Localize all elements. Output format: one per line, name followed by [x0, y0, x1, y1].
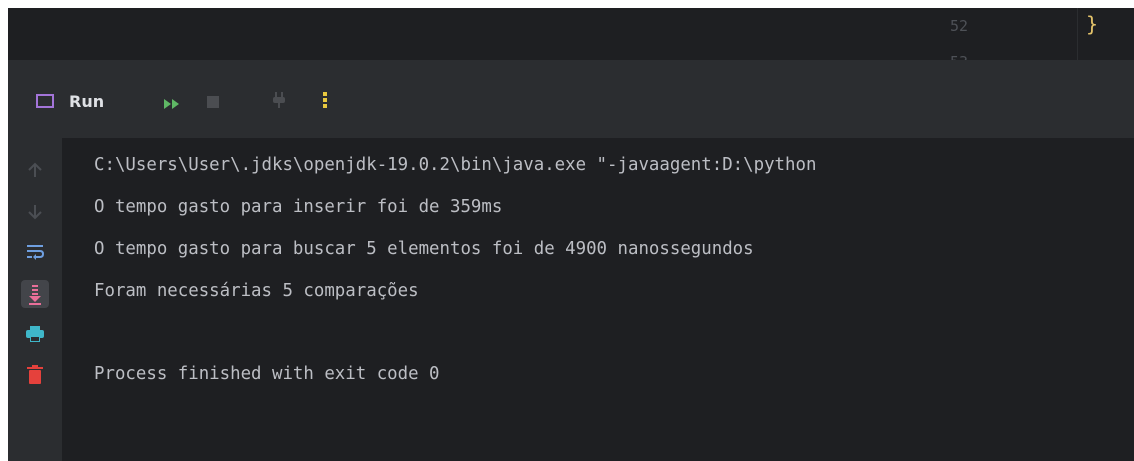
stop-icon[interactable]: [206, 94, 220, 113]
console-line: Foram necessárias 5 comparações: [94, 281, 419, 301]
line-number-gutter: [913, 8, 981, 60]
soft-wrap-icon[interactable]: [25, 241, 45, 261]
scroll-up-icon[interactable]: [25, 160, 45, 180]
scroll-down-icon[interactable]: [25, 202, 45, 222]
line-number: 52: [950, 17, 969, 35]
print-icon[interactable]: [25, 324, 45, 344]
console-line: O tempo gasto para buscar 5 elementos fo…: [94, 239, 754, 259]
run-tab-title[interactable]: Run: [69, 92, 104, 111]
editor-area: 52 53 }: [8, 8, 1134, 71]
more-options-icon[interactable]: [322, 92, 328, 112]
run-panel-icon[interactable]: [36, 93, 54, 112]
attach-debugger-icon[interactable]: [272, 91, 286, 113]
rerun-icon[interactable]: [163, 95, 181, 114]
console-output[interactable]: C:\Users\User\.jdks\openjdk-19.0.2\bin\j…: [62, 138, 1134, 461]
folding-gutter-separator: [1077, 8, 1078, 60]
clear-all-icon[interactable]: [25, 364, 45, 384]
console-line: O tempo gasto para inserir foi de 359ms: [94, 197, 503, 217]
console-line: Process finished with exit code 0: [94, 364, 440, 384]
code-line[interactable]: }: [1086, 12, 1098, 36]
scroll-to-end-icon[interactable]: [21, 280, 49, 308]
console-line: C:\Users\User\.jdks\openjdk-19.0.2\bin\j…: [94, 155, 817, 175]
ide-window: 52 53 } Run: [8, 8, 1134, 461]
